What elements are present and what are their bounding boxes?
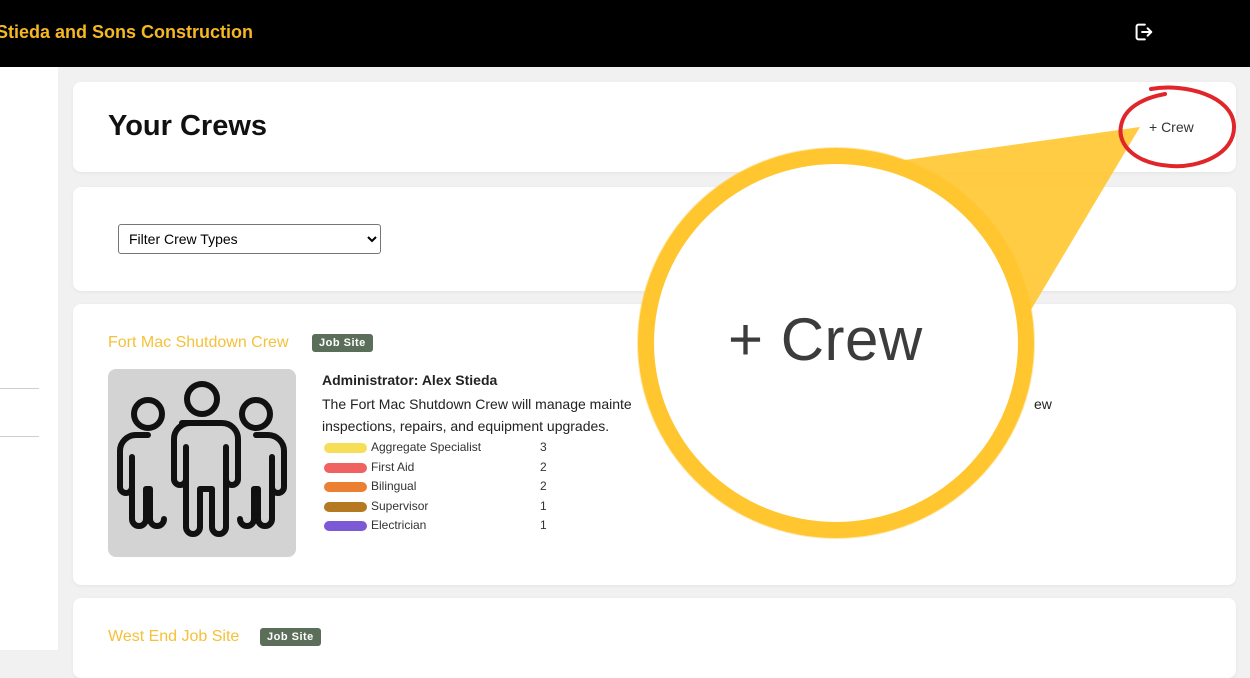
highlight-ring (1118, 85, 1237, 169)
callout-pointer (905, 127, 1140, 345)
zoom-callout-label: + Crew (728, 306, 923, 373)
